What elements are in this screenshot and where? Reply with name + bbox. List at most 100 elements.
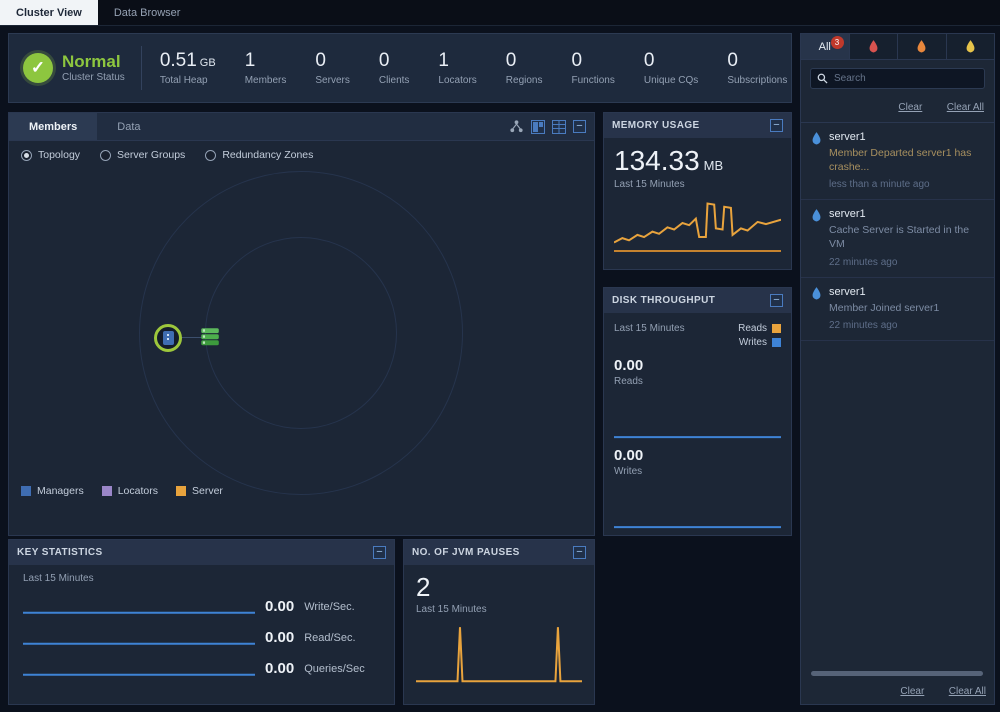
writes-swatch xyxy=(772,338,781,347)
legend-reads: Reads xyxy=(738,323,781,334)
alert-server: server1 xyxy=(829,131,984,143)
disk-throughput-header: DISK THROUGHPUT xyxy=(604,288,791,313)
alert-tab-all[interactable]: All 3 xyxy=(801,34,850,59)
alert-server: server1 xyxy=(829,286,984,298)
alert-time: 22 minutes ago xyxy=(829,257,984,268)
collapse-jvm-icon[interactable] xyxy=(573,546,586,559)
stat-label: Locators xyxy=(438,75,476,86)
divider xyxy=(141,46,142,90)
alert-tab-severe[interactable] xyxy=(850,34,899,59)
keystat-value: 0.00 xyxy=(265,660,294,677)
view-option-label: Topology xyxy=(38,149,80,161)
jvm-pauses-panel: NO. OF JVM PAUSES 2 Last 15 Minutes xyxy=(403,539,595,705)
clear-link-bottom[interactable]: Clear xyxy=(900,686,924,697)
server-stack-icon xyxy=(199,326,221,348)
view-option-label: Redundancy Zones xyxy=(222,149,313,161)
alerts-sidebar: All 3 xyxy=(800,33,995,705)
disk-throughput-panel: DISK THROUGHPUT Last 15 Minutes Reads Wr… xyxy=(603,287,792,536)
reads-per-sec-sparkline xyxy=(23,630,255,646)
severe-flame-icon xyxy=(868,40,879,53)
memory-unit: MB xyxy=(704,158,724,173)
tab-cluster-view[interactable]: Cluster View xyxy=(0,0,98,25)
alert-server: server1 xyxy=(829,208,984,220)
tab-data[interactable]: Data xyxy=(97,113,160,140)
alert-clear-row: Clear Clear All xyxy=(801,95,994,123)
alert-search-input[interactable] xyxy=(834,73,978,84)
stat-regions: 0 Regions xyxy=(506,50,543,86)
view-option-redundancy-zones[interactable]: Redundancy Zones xyxy=(205,149,313,161)
alert-time: 22 minutes ago xyxy=(829,320,984,331)
collapse-memory-icon[interactable] xyxy=(770,119,783,132)
stat-label: Members xyxy=(245,75,287,86)
clear-all-link[interactable]: Clear All xyxy=(947,102,984,113)
view-option-server-groups[interactable]: Server Groups xyxy=(100,149,185,161)
search-icon xyxy=(817,73,828,84)
members-panel: Members Data Topo xyxy=(8,112,595,536)
stat-functions: 0 Functions xyxy=(571,50,614,86)
alert-message: Member Joined server1 xyxy=(829,302,984,316)
collapse-keystats-icon[interactable] xyxy=(373,546,386,559)
memory-usage-panel: MEMORY USAGE 134.33MB Last 15 Minutes xyxy=(603,112,792,270)
server-swatch xyxy=(176,486,186,496)
stat-label: Subscriptions xyxy=(727,75,787,86)
topology-view-icon[interactable] xyxy=(509,119,524,134)
topology-legend: Managers Locators Server xyxy=(21,485,223,497)
view-switcher xyxy=(509,113,594,140)
keystats-period: Last 15 Minutes xyxy=(23,573,380,584)
alert-item[interactable]: server1 Member Departed server1 has cras… xyxy=(801,123,994,200)
jvm-pauses-value: 2 xyxy=(416,573,582,602)
stat-clients: 0 Clients xyxy=(379,50,410,86)
alert-scrollbar[interactable] xyxy=(811,671,983,676)
stat-value: 0.51 xyxy=(160,50,197,71)
radio-icon[interactable] xyxy=(100,150,111,161)
stat-label: Servers xyxy=(315,75,349,86)
tab-members[interactable]: Members xyxy=(9,113,97,140)
queries-per-sec-sparkline xyxy=(23,661,255,677)
cluster-status-strip: ✓ Normal Cluster Status 0.51GB Total Hea… xyxy=(8,33,792,103)
stat-label: Unique CQs xyxy=(644,75,698,86)
alert-message: Cache Server is Started in the VM xyxy=(829,224,984,251)
grid-view-icon[interactable] xyxy=(552,120,566,134)
clear-all-link-bottom[interactable]: Clear All xyxy=(949,686,986,697)
panel-title: DISK THROUGHPUT xyxy=(612,295,715,306)
locators-swatch xyxy=(102,486,112,496)
tab-data-browser[interactable]: Data Browser xyxy=(98,0,197,25)
collapse-members-icon[interactable] xyxy=(573,120,586,133)
panel-title: KEY STATISTICS xyxy=(17,547,103,558)
stat-label: Clients xyxy=(379,75,410,86)
legend-managers: Managers xyxy=(21,485,84,497)
alert-bottom-links: Clear Clear All xyxy=(880,681,986,699)
locator-icon xyxy=(163,331,174,345)
radio-icon[interactable] xyxy=(21,150,32,161)
stat-value: 0 xyxy=(315,50,326,71)
alert-item[interactable]: server1 Member Joined server1 22 minutes… xyxy=(801,278,994,342)
server-node[interactable] xyxy=(199,326,221,348)
keystat-label: Queries/Sec xyxy=(304,663,365,675)
disk-reads-value: 0.00 xyxy=(614,357,781,374)
legend-label: Server xyxy=(192,485,223,497)
alert-tab-error[interactable] xyxy=(898,34,947,59)
alert-message: Member Departed server1 has crashe... xyxy=(829,147,984,174)
legend-locators: Locators xyxy=(102,485,158,497)
collapse-disk-icon[interactable] xyxy=(770,294,783,307)
alert-filter-tabs: All 3 xyxy=(801,34,994,60)
locator-node[interactable] xyxy=(154,324,182,352)
clear-link[interactable]: Clear xyxy=(898,102,922,113)
memory-period: Last 15 Minutes xyxy=(614,179,781,190)
error-flame-icon xyxy=(916,40,927,53)
treemap-view-icon[interactable] xyxy=(531,120,545,134)
alert-item[interactable]: server1 Cache Server is Started in the V… xyxy=(801,200,994,277)
top-nav: Cluster View Data Browser xyxy=(0,0,1000,26)
cluster-status-label: Cluster Status xyxy=(62,72,125,83)
stat-value: 1 xyxy=(245,50,256,71)
radio-icon[interactable] xyxy=(205,150,216,161)
jvm-pauses-header: NO. OF JVM PAUSES xyxy=(404,540,594,565)
legend-label: Writes xyxy=(739,337,767,348)
disk-writes-value: 0.00 xyxy=(614,447,781,464)
keystat-row-queries: 0.00 Queries/Sec xyxy=(23,660,380,677)
alert-tab-warning[interactable] xyxy=(947,34,995,59)
pulse-dashboard: Cluster View Data Browser ✓ Normal Clust… xyxy=(0,0,1000,712)
stat-members: 1 Members xyxy=(245,50,287,86)
stat-label: Total Heap xyxy=(160,75,216,86)
view-option-topology[interactable]: Topology xyxy=(21,149,80,161)
